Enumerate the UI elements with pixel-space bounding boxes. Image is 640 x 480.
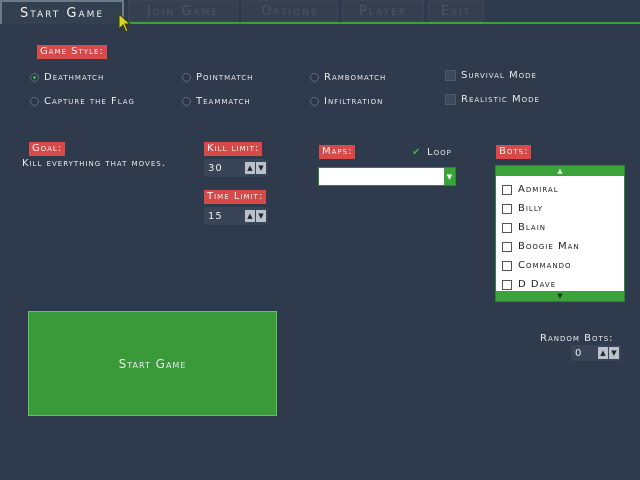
mode-label: Teammatch xyxy=(196,96,251,107)
radio-icon xyxy=(310,97,319,106)
mode-label: Deathmatch xyxy=(44,72,105,83)
checkbox-icon[interactable] xyxy=(502,184,512,195)
checkbox-icon[interactable] xyxy=(502,260,512,271)
scroll-down-icon[interactable]: ▼ xyxy=(496,291,624,301)
checkbox-icon[interactable] xyxy=(502,279,512,290)
radio-selected-icon xyxy=(30,73,39,82)
stepper-up-icon[interactable]: ▲ xyxy=(245,210,255,222)
checkbox-icon[interactable] xyxy=(502,241,512,252)
tab-bar: Start Game Join Game Options Player Exit xyxy=(0,0,640,26)
scroll-up-icon[interactable]: ▲ xyxy=(496,166,624,176)
checkbox-label: Survival Mode xyxy=(461,70,537,81)
time-limit-value: 15 xyxy=(208,210,223,222)
time-limit-label: Time Limit: xyxy=(204,190,267,204)
realistic-mode-checkbox[interactable]: Realistic Mode xyxy=(445,94,540,105)
mode-label: Rambomatch xyxy=(324,72,387,83)
stepper-down-icon[interactable]: ▼ xyxy=(256,162,266,174)
bots-list-items: Admiral Billy Blain Boogie Man Commando … xyxy=(496,176,624,291)
tab-join-game[interactable]: Join Game xyxy=(128,0,238,22)
tab-player[interactable]: Player xyxy=(342,0,424,22)
radio-icon xyxy=(182,97,191,106)
mode-label: Capture the Flag xyxy=(44,96,135,107)
game-style-label: Game Style: xyxy=(37,45,107,59)
kill-limit-label: Kill limit: xyxy=(204,142,263,156)
bot-name: Admiral xyxy=(518,184,559,195)
random-bots-value: 0 xyxy=(575,347,583,359)
stepper-down-icon[interactable]: ▼ xyxy=(609,347,619,359)
list-item[interactable]: Admiral xyxy=(496,180,624,199)
checkbox-icon[interactable] xyxy=(502,203,512,214)
tab-start-game[interactable]: Start Game xyxy=(0,0,124,24)
stepper-up-icon[interactable]: ▲ xyxy=(245,162,255,174)
bot-name: Billy xyxy=(518,203,544,214)
stepper-down-icon[interactable]: ▼ xyxy=(256,210,266,222)
time-limit-stepper[interactable]: 15 ▲ ▼ xyxy=(204,207,268,225)
mode-label: Pointmatch xyxy=(196,72,254,83)
list-item[interactable]: Commando xyxy=(496,256,624,275)
mode-infiltration[interactable]: Infiltration xyxy=(310,96,383,107)
checkmark-icon: ✔ xyxy=(412,146,421,158)
radio-icon xyxy=(182,73,191,82)
tab-options[interactable]: Options xyxy=(242,0,338,22)
tab-exit[interactable]: Exit xyxy=(428,0,484,22)
stepper-up-icon[interactable]: ▲ xyxy=(598,347,608,359)
bot-name: Commando xyxy=(518,260,572,271)
loop-checkbox[interactable]: ✔ Loop xyxy=(412,147,452,158)
mode-deathmatch[interactable]: Deathmatch xyxy=(30,72,104,83)
bot-name: Blain xyxy=(518,222,547,233)
list-item[interactable]: Blain xyxy=(496,218,624,237)
checkbox-icon xyxy=(445,70,456,81)
goal-label: Goal: xyxy=(29,142,66,156)
kill-limit-value: 30 xyxy=(208,162,223,174)
mode-rambomatch[interactable]: Rambomatch xyxy=(310,72,386,83)
loop-label: Loop xyxy=(427,147,452,158)
survival-mode-checkbox[interactable]: Survival Mode xyxy=(445,70,537,81)
radio-icon xyxy=(30,97,39,106)
checkbox-icon xyxy=(445,94,456,105)
mode-label: Infiltration xyxy=(324,96,384,107)
chevron-down-icon[interactable]: ▼ xyxy=(444,168,455,185)
mouse-cursor-icon xyxy=(118,13,132,33)
start-game-button[interactable]: Start Game xyxy=(28,311,277,416)
random-bots-stepper[interactable]: 0 ▲ ▼ xyxy=(571,345,621,361)
bots-list[interactable]: ▲ Admiral Billy Blain Boogie Man Command… xyxy=(495,165,625,302)
maps-label: Maps: xyxy=(319,145,356,159)
tab-underline xyxy=(124,22,640,24)
list-item[interactable]: Billy xyxy=(496,199,624,218)
bot-name: D Dave xyxy=(518,279,557,290)
kill-limit-stepper[interactable]: 30 ▲ ▼ xyxy=(204,159,268,177)
checkbox-label: Realistic Mode xyxy=(461,94,540,105)
bots-label: Bots: xyxy=(496,145,532,159)
mode-capture-the-flag[interactable]: Capture the Flag xyxy=(30,96,135,107)
checkbox-icon[interactable] xyxy=(502,222,512,233)
mode-pointmatch[interactable]: Pointmatch xyxy=(182,72,253,83)
goal-text: Kill everything that moves. xyxy=(22,158,166,169)
mode-teammatch[interactable]: Teammatch xyxy=(182,96,251,107)
bot-name: Boogie Man xyxy=(518,241,580,252)
list-item[interactable]: Boogie Man xyxy=(496,237,624,256)
maps-dropdown[interactable]: ▼ xyxy=(318,167,456,186)
random-bots-label: Random Bots: xyxy=(540,333,614,344)
radio-icon xyxy=(310,73,319,82)
